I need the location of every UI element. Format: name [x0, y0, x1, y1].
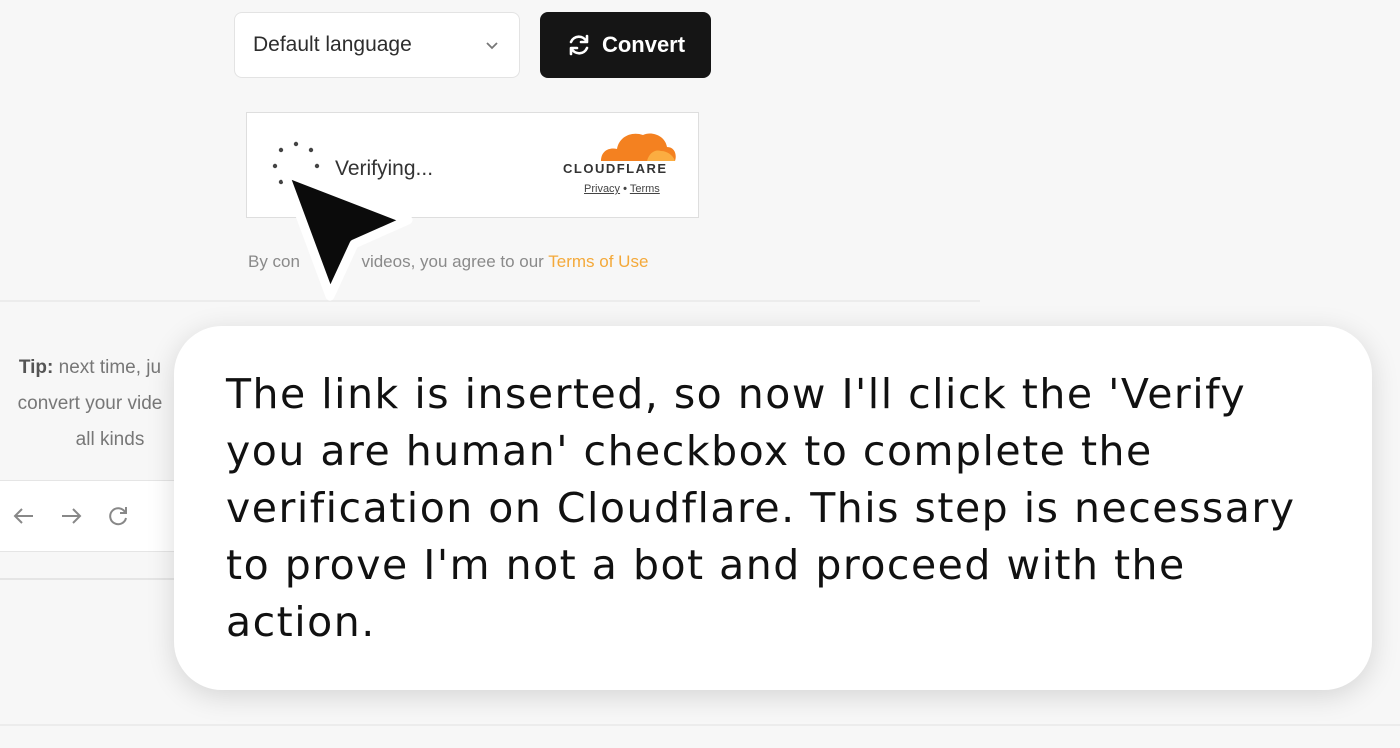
convert-button-label: Convert	[601, 32, 686, 57]
tip-line-2: convert your vide	[17, 393, 163, 414]
section-divider	[0, 578, 200, 580]
terms-link[interactable]: Terms	[630, 183, 660, 195]
convert-button[interactable]: Convert	[540, 12, 711, 78]
cloudflare-wordmark: CLOUDFLARE	[563, 161, 668, 176]
tip-label: Tip:	[18, 357, 54, 378]
chevron-down-icon	[486, 42, 498, 50]
section-divider	[0, 300, 980, 302]
language-select[interactable]: Default language	[234, 12, 520, 78]
captcha-links: Privacy • Terms	[584, 183, 660, 195]
terms-of-use-link[interactable]: Terms of Use	[548, 252, 648, 271]
refresh-icon	[569, 34, 589, 56]
back-arrow-icon[interactable]	[11, 503, 37, 529]
tip-text: Tip: next time, ju convert your vide all…	[0, 350, 190, 470]
forward-arrow-icon[interactable]	[58, 503, 84, 529]
tip-line-3: all kinds	[75, 429, 145, 450]
agent-narration-caption: The link is inserted, so now I'll click …	[174, 326, 1372, 690]
cloudflare-logo-icon	[601, 133, 676, 161]
reload-icon[interactable]	[105, 503, 131, 529]
language-select-value: Default language	[253, 33, 412, 56]
browser-nav-bar	[0, 480, 202, 552]
mouse-cursor-icon	[279, 167, 413, 301]
section-divider	[0, 724, 1400, 726]
tip-line-1: next time, ju	[58, 357, 162, 378]
link-separator: •	[623, 183, 627, 195]
caption-text: The link is inserted, so now I'll click …	[226, 370, 1296, 646]
privacy-link[interactable]: Privacy	[584, 183, 620, 195]
